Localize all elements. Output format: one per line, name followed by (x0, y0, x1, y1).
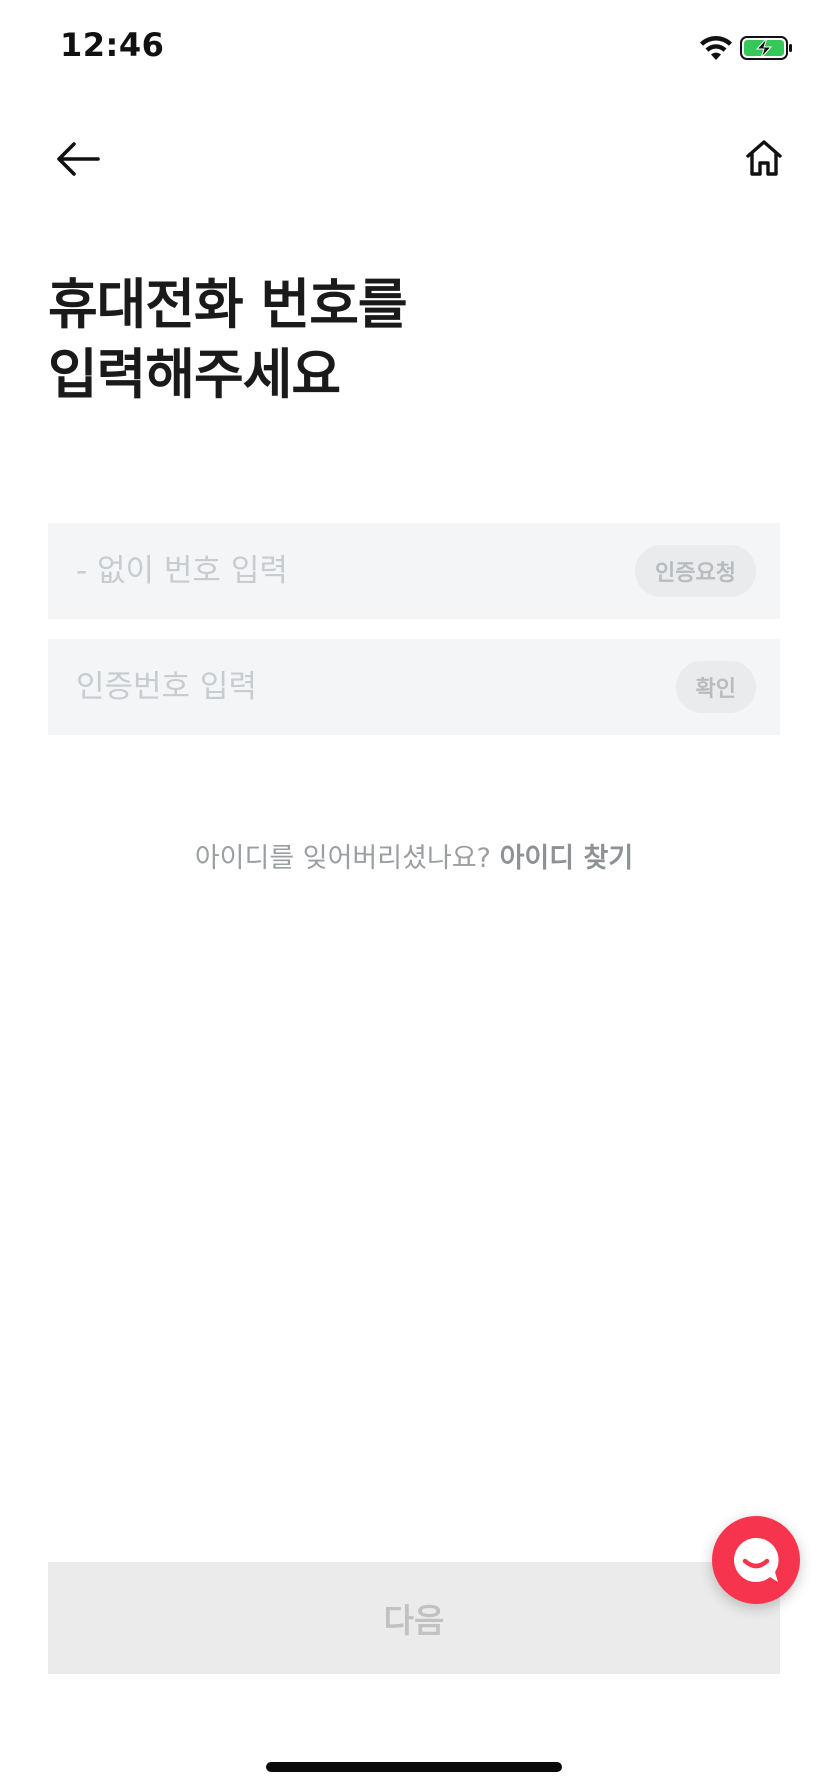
wifi-icon (700, 36, 732, 60)
verification-code-field: 확인 (48, 639, 780, 735)
request-verification-button[interactable]: 인증요청 (635, 545, 756, 597)
page-title-line-1: 휴대전화 번호를 (48, 273, 408, 336)
find-id-row: 아이디를 잊어버리셨나요? 아이디 찾기 (0, 836, 828, 875)
page-title: 휴대전화 번호를 입력해주세요 (48, 270, 408, 410)
find-id-link[interactable]: 아이디 찾기 (500, 843, 634, 874)
chat-button[interactable] (712, 1516, 800, 1604)
home-indicator (266, 1762, 562, 1772)
home-icon[interactable] (744, 138, 784, 178)
chat-bubble-icon (734, 1537, 779, 1582)
battery-charging-icon (740, 36, 792, 60)
find-id-question: 아이디를 잊어버리셨나요? (194, 843, 491, 874)
phone-number-input[interactable] (76, 523, 576, 619)
verification-code-input[interactable] (76, 639, 576, 735)
back-arrow-icon[interactable] (54, 138, 102, 180)
page-title-line-2: 입력해주세요 (48, 343, 341, 406)
status-time: 12:46 (60, 26, 165, 64)
phone-number-field: 인증요청 (48, 523, 780, 619)
next-button[interactable]: 다음 (48, 1562, 780, 1674)
verify-phone-screen: 12:46 휴대전화 번호를 입력해주세요 인증요청 확인 아이디를 잊어버리셨… (0, 0, 828, 1792)
confirm-code-button[interactable]: 확인 (675, 661, 756, 713)
